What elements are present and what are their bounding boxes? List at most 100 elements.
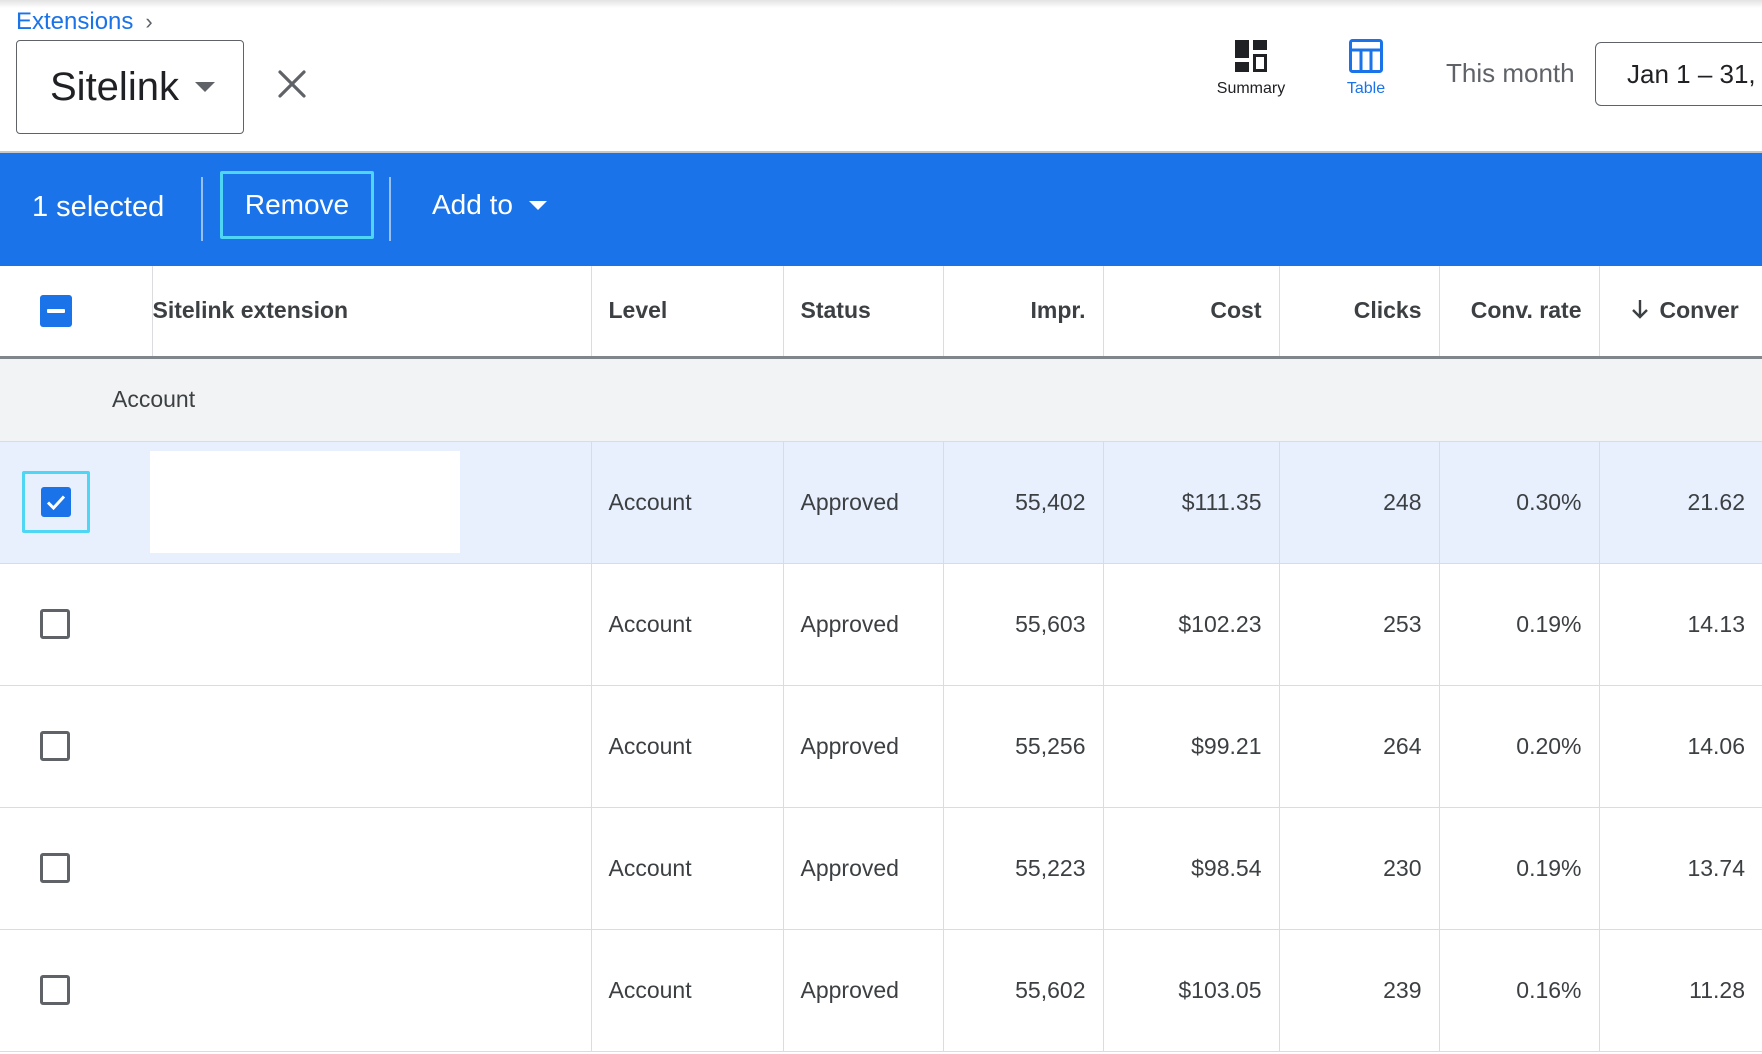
select-all-checkbox[interactable] [40, 294, 72, 327]
conv-rate-cell: 0.19% [1438, 563, 1599, 686]
close-button[interactable] [272, 64, 312, 104]
sitelink-extension-cell [152, 807, 591, 930]
sitelink-extension-cell [152, 929, 591, 1052]
conversions-cell: 11.28 [1598, 929, 1762, 1052]
conversions-cell: 14.13 [1598, 563, 1762, 686]
table-row[interactable]: Account Approved 55,256 $99.21 264 0.20%… [0, 685, 1762, 808]
cost-cell: $98.54 [1102, 807, 1279, 930]
conversions-cell: 13.74 [1598, 807, 1762, 930]
table-icon [1349, 39, 1383, 73]
remove-button[interactable]: Remove [220, 171, 374, 239]
impr-cell: 55,603 [942, 563, 1103, 686]
level-cell: Account [590, 929, 783, 1052]
redacted-sitelink-text [150, 451, 460, 553]
picker-label: Sitelink [50, 64, 179, 109]
sitelink-extension-cell [150, 441, 591, 564]
col-header-conv-rate[interactable]: Conv. rate [1438, 266, 1599, 359]
level-cell: Account [590, 807, 783, 930]
row-select-cell [0, 807, 152, 930]
row-select-cell [0, 441, 152, 564]
clicks-cell: 253 [1278, 563, 1439, 686]
row-select-cell [0, 563, 152, 686]
impr-cell: 55,402 [942, 441, 1103, 564]
conv-rate-cell: 0.16% [1438, 929, 1599, 1052]
cost-cell: $111.35 [1102, 441, 1279, 564]
col-header-status[interactable]: Status [782, 266, 943, 359]
action-separator [389, 177, 391, 241]
row-checkbox[interactable] [41, 487, 71, 517]
clicks-cell: 230 [1278, 807, 1439, 930]
chevron-right-icon: › [145, 9, 153, 34]
selected-count: 1 selected [32, 191, 165, 223]
row-select-cell [0, 929, 152, 1052]
group-label: Account [0, 357, 1762, 442]
level-cell: Account [590, 685, 783, 808]
impr-cell: 55,602 [942, 929, 1103, 1052]
conversions-cell: 14.06 [1598, 685, 1762, 808]
row-checkbox[interactable] [40, 975, 70, 1005]
clicks-cell: 239 [1278, 929, 1439, 1052]
conversions-cell: 21.62 [1598, 441, 1762, 564]
impr-cell: 55,256 [942, 685, 1103, 808]
conv-rate-cell: 0.19% [1438, 807, 1599, 930]
select-all-cell [0, 266, 152, 359]
sitelink-extension-cell [152, 563, 591, 686]
cost-cell: $99.21 [1102, 685, 1279, 808]
checkbox-focus-ring [22, 471, 90, 533]
remove-button-label: Remove [244, 189, 350, 220]
arrow-down-icon [1631, 300, 1648, 319]
add-to-button[interactable]: Add to [432, 189, 547, 221]
clicks-cell: 248 [1278, 441, 1439, 564]
checkmark-icon [46, 495, 66, 511]
col-header-conversions[interactable]: Conver [1598, 266, 1762, 359]
table-view-button[interactable]: Table [1311, 38, 1421, 118]
col-header-conversions-label: Conver [1659, 297, 1739, 324]
row-checkbox[interactable] [40, 609, 70, 639]
status-cell: Approved [782, 441, 943, 564]
level-cell: Account [590, 441, 783, 564]
selection-action-bar: 1 selected Remove Add to [0, 153, 1762, 266]
col-header-impr[interactable]: Impr. [942, 266, 1103, 359]
row-select-cell [0, 685, 152, 808]
close-icon [278, 70, 306, 98]
table-row[interactable]: Account Approved 55,402 $111.35 248 0.30… [0, 441, 1762, 564]
col-header-level[interactable]: Level [590, 266, 783, 359]
action-separator [201, 177, 203, 241]
dropdown-caret-icon [194, 82, 215, 92]
dropdown-caret-icon [528, 200, 547, 210]
top-shadow [0, 0, 1762, 8]
col-header-cost[interactable]: Cost [1102, 266, 1279, 359]
period-label: This month [1446, 58, 1575, 88]
table-row[interactable]: Account Approved 55,223 $98.54 230 0.19%… [0, 807, 1762, 930]
dashboard-icon [1235, 40, 1267, 72]
conv-rate-cell: 0.30% [1438, 441, 1599, 564]
breadcrumb: Extensions › [16, 8, 153, 36]
extension-type-picker[interactable]: Sitelink [16, 40, 244, 134]
breadcrumb-link-extensions[interactable]: Extensions [16, 8, 133, 36]
sitelink-table: Sitelink extension Level Status Impr. Co… [0, 266, 1762, 1052]
add-to-label: Add to [432, 189, 513, 220]
clicks-cell: 264 [1278, 685, 1439, 808]
conv-rate-cell: 0.20% [1438, 685, 1599, 808]
table-view-label: Table [1346, 80, 1386, 97]
status-cell: Approved [782, 807, 943, 930]
impr-cell: 55,223 [942, 807, 1103, 930]
row-checkbox[interactable] [40, 731, 70, 761]
sitelink-extension-cell [152, 685, 591, 808]
date-range-picker[interactable]: Jan 1 – 31, [1595, 42, 1762, 106]
table-header-row: Sitelink extension Level Status Impr. Co… [0, 266, 1762, 359]
group-row: Account [0, 357, 1762, 442]
status-cell: Approved [782, 685, 943, 808]
table-row[interactable]: Account Approved 55,602 $103.05 239 0.16… [0, 929, 1762, 1052]
table-row[interactable]: Account Approved 55,603 $102.23 253 0.19… [0, 563, 1762, 686]
cost-cell: $103.05 [1102, 929, 1279, 1052]
status-cell: Approved [782, 563, 943, 686]
summary-view-label: Summary [1216, 80, 1286, 97]
summary-view-button[interactable]: Summary [1196, 38, 1306, 118]
cost-cell: $102.23 [1102, 563, 1279, 686]
status-cell: Approved [782, 929, 943, 1052]
date-range-value: Jan 1 – 31, [1627, 58, 1756, 89]
col-header-sitelink-extension[interactable]: Sitelink extension [151, 266, 591, 359]
row-checkbox[interactable] [40, 853, 70, 883]
col-header-clicks[interactable]: Clicks [1278, 266, 1439, 359]
